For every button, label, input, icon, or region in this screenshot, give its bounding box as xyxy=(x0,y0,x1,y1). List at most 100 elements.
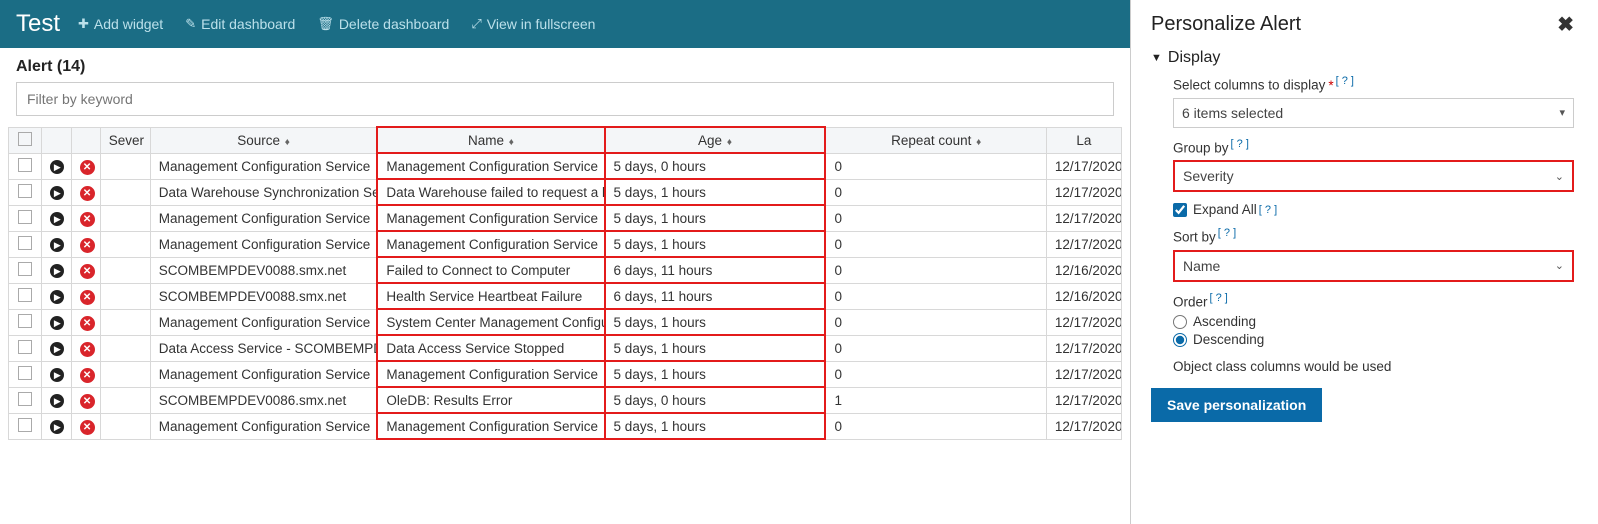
main-area: Test ✚Add widget ✎Edit dashboard 🗑Delete… xyxy=(0,0,1130,524)
table-row[interactable]: ▶✕SCOMBEMPDEV0088.smx.netHealth Service … xyxy=(9,283,1122,309)
row-repeat: 0 xyxy=(825,257,1046,283)
error-icon: ✕ xyxy=(80,212,95,227)
table-row[interactable]: ▶✕Management Configuration ServiceManage… xyxy=(9,361,1122,387)
help-icon[interactable]: [ ? ] xyxy=(1210,292,1228,304)
row-checkbox[interactable] xyxy=(9,179,42,205)
row-repeat: 0 xyxy=(825,179,1046,205)
row-name: System Center Management Configu xyxy=(377,309,604,335)
descending-radio[interactable] xyxy=(1173,333,1187,347)
row-expand[interactable]: ▶ xyxy=(42,309,71,335)
header-checkbox[interactable] xyxy=(9,127,42,153)
chevron-right-icon: ▶ xyxy=(50,290,64,304)
header-last[interactable]: La xyxy=(1046,127,1121,153)
row-repeat: 1 xyxy=(825,387,1046,413)
close-icon[interactable]: ✖ xyxy=(1557,12,1574,37)
row-age: 6 days, 11 hours xyxy=(605,283,826,309)
ascending-radio[interactable] xyxy=(1173,315,1187,329)
sort-by-select[interactable]: Name ⌄ xyxy=(1173,250,1574,282)
display-section-toggle[interactable]: ▼ Display xyxy=(1151,49,1574,67)
delete-dashboard-button[interactable]: 🗑Delete dashboard xyxy=(317,16,449,32)
error-icon: ✕ xyxy=(80,394,95,409)
row-repeat: 0 xyxy=(825,361,1046,387)
view-fullscreen-label: View in fullscreen xyxy=(487,16,596,32)
table-row[interactable]: ▶✕Management Configuration ServiceManage… xyxy=(9,231,1122,257)
group-by-value: Severity xyxy=(1183,168,1234,184)
header-name[interactable]: Name ♦ xyxy=(377,127,604,153)
table-row[interactable]: ▶✕Management Configuration ServiceManage… xyxy=(9,413,1122,439)
sort-icon: ♦ xyxy=(724,137,732,148)
help-icon[interactable]: [ ? ] xyxy=(1336,75,1354,87)
row-last: 12/17/2020 xyxy=(1046,231,1121,257)
add-widget-button[interactable]: ✚ Add widget xyxy=(78,16,163,32)
help-icon[interactable]: [ ? ] xyxy=(1259,204,1277,216)
help-icon[interactable]: [ ? ] xyxy=(1231,138,1249,150)
row-expand[interactable]: ▶ xyxy=(42,413,71,439)
chevron-right-icon: ▶ xyxy=(50,316,64,330)
row-age: 5 days, 1 hours xyxy=(605,413,826,439)
save-personalization-button[interactable]: Save personalization xyxy=(1151,388,1322,422)
table-row[interactable]: ▶✕SCOMBEMPDEV0086.smx.netOleDB: Results … xyxy=(9,387,1122,413)
table-row[interactable]: ▶✕Management Configuration ServiceManage… xyxy=(9,153,1122,179)
header-severity[interactable]: Sever xyxy=(100,127,150,153)
row-age: 5 days, 1 hours xyxy=(605,179,826,205)
row-checkbox[interactable] xyxy=(9,361,42,387)
row-expand[interactable]: ▶ xyxy=(42,361,71,387)
row-expand[interactable]: ▶ xyxy=(42,205,71,231)
add-widget-label: Add widget xyxy=(94,16,163,32)
row-repeat: 0 xyxy=(825,153,1046,179)
row-expand[interactable]: ▶ xyxy=(42,335,71,361)
table-row[interactable]: ▶✕Management Configuration ServiceManage… xyxy=(9,205,1122,231)
sort-by-label: Sort by[ ? ] xyxy=(1173,227,1574,245)
table-row[interactable]: ▶✕Data Warehouse Synchronization SeData … xyxy=(9,179,1122,205)
row-checkbox[interactable] xyxy=(9,335,42,361)
row-checkbox[interactable] xyxy=(9,413,42,439)
row-severity: ✕ xyxy=(71,179,100,205)
header-age[interactable]: Age ♦ xyxy=(605,127,826,153)
row-source: SCOMBEMPDEV0086.smx.net xyxy=(150,387,377,413)
table-row[interactable]: ▶✕Management Configuration ServiceSystem… xyxy=(9,309,1122,335)
row-source: Management Configuration Service xyxy=(150,361,377,387)
row-severity: ✕ xyxy=(71,387,100,413)
row-expand[interactable]: ▶ xyxy=(42,231,71,257)
row-expand[interactable]: ▶ xyxy=(42,153,71,179)
row-age: 5 days, 1 hours xyxy=(605,231,826,257)
row-expand[interactable]: ▶ xyxy=(42,257,71,283)
edit-dashboard-button[interactable]: ✎Edit dashboard xyxy=(185,16,295,32)
row-checkbox[interactable] xyxy=(9,231,42,257)
table-row[interactable]: ▶✕Data Access Service - SCOMBEMPDEData A… xyxy=(9,335,1122,361)
header-source[interactable]: Source ♦ xyxy=(150,127,377,153)
row-last: 12/17/2020 xyxy=(1046,335,1121,361)
row-severity: ✕ xyxy=(71,283,100,309)
expand-all-checkbox[interactable] xyxy=(1173,203,1187,217)
view-fullscreen-button[interactable]: ⤢View in fullscreen xyxy=(471,16,595,32)
row-severity: ✕ xyxy=(71,153,100,179)
row-severity: ✕ xyxy=(71,413,100,439)
row-checkbox[interactable] xyxy=(9,283,42,309)
help-icon[interactable]: [ ? ] xyxy=(1218,227,1236,239)
expand-all-label: Expand All xyxy=(1193,202,1257,217)
row-checkbox[interactable] xyxy=(9,153,42,179)
object-class-note: Object class columns would be used xyxy=(1173,359,1574,374)
header-repeat[interactable]: Repeat count ♦ xyxy=(825,127,1046,153)
row-expand[interactable]: ▶ xyxy=(42,387,71,413)
row-checkbox[interactable] xyxy=(9,205,42,231)
pencil-icon: ✎ xyxy=(185,16,196,32)
plus-icon: ✚ xyxy=(78,16,89,32)
row-age: 6 days, 11 hours xyxy=(605,257,826,283)
row-checkbox[interactable] xyxy=(9,257,42,283)
row-last: 12/16/2020 xyxy=(1046,283,1121,309)
sort-icon: ♦ xyxy=(506,137,514,148)
row-expand[interactable]: ▶ xyxy=(42,283,71,309)
row-last: 12/17/2020 xyxy=(1046,309,1121,335)
row-checkbox[interactable] xyxy=(9,309,42,335)
row-expand[interactable]: ▶ xyxy=(42,179,71,205)
group-by-select[interactable]: Severity ⌄ xyxy=(1173,160,1574,192)
row-repeat: 0 xyxy=(825,309,1046,335)
sort-icon: ♦ xyxy=(973,137,981,148)
row-checkbox[interactable] xyxy=(9,387,42,413)
chevron-down-icon: ⌄ xyxy=(1555,259,1564,272)
filter-keyword-input[interactable] xyxy=(16,82,1114,116)
error-icon: ✕ xyxy=(80,420,95,435)
table-row[interactable]: ▶✕SCOMBEMPDEV0088.smx.netFailed to Conne… xyxy=(9,257,1122,283)
columns-select[interactable]: 6 items selected ▾ xyxy=(1173,98,1574,128)
